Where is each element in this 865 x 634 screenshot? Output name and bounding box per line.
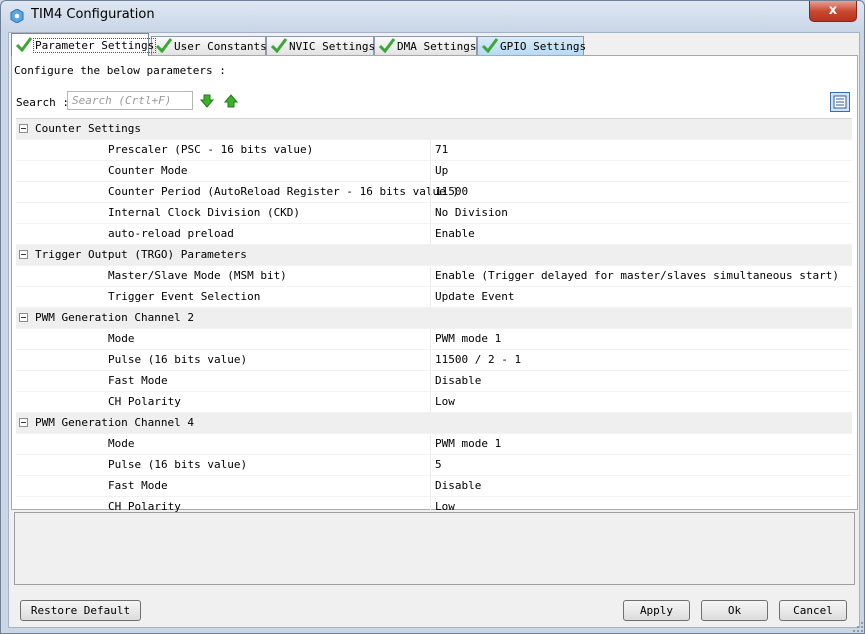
- tab-strip: Parameter Settings User Constants NVIC S…: [9, 33, 859, 57]
- param-value[interactable]: 71: [435, 143, 448, 156]
- param-name: Prescaler (PSC - 16 bits value): [108, 143, 314, 156]
- collapse-icon[interactable]: [19, 418, 28, 427]
- param-value[interactable]: PWM mode 1: [435, 332, 501, 345]
- group-title: Counter Settings: [35, 122, 141, 135]
- param-name: Trigger Event Selection: [108, 290, 261, 303]
- param-name: Mode: [108, 332, 135, 345]
- list-view-icon: [833, 95, 847, 109]
- param-value[interactable]: 11500 / 2 - 1: [435, 353, 521, 366]
- param-row[interactable]: Pulse (16 bits value) 11500 / 2 - 1: [16, 350, 852, 371]
- param-name: Internal Clock Division (CKD): [108, 206, 301, 219]
- group-row-trigger-output[interactable]: Trigger Output (TRGO) Parameters: [16, 245, 852, 266]
- tab-parameter-settings[interactable]: Parameter Settings: [11, 33, 157, 56]
- close-icon: x: [828, 3, 838, 18]
- group-row-pwm-channel-4[interactable]: PWM Generation Channel 4: [16, 413, 852, 434]
- group-title: PWM Generation Channel 2: [35, 311, 194, 324]
- dialog-window: TIM4 Configuration x Parameter Settings …: [0, 0, 865, 634]
- apply-button[interactable]: Apply: [623, 600, 690, 621]
- param-name: Fast Mode: [108, 479, 168, 492]
- search-label: Search :: [16, 96, 69, 109]
- tab-gpio-settings[interactable]: GPIO Settings: [477, 36, 587, 55]
- tab-label: GPIO Settings: [500, 40, 587, 53]
- collapse-icon[interactable]: [19, 250, 28, 259]
- restore-default-button[interactable]: Restore Default: [20, 600, 141, 621]
- tab-nvic-settings[interactable]: NVIC Settings: [266, 36, 376, 55]
- param-name: Counter Mode: [108, 164, 188, 177]
- close-button[interactable]: x: [809, 1, 857, 22]
- title-bar[interactable]: TIM4 Configuration x: [1, 1, 864, 31]
- param-row[interactable]: Trigger Event Selection Update Event: [16, 287, 852, 308]
- resize-grip-icon[interactable]: [852, 621, 864, 633]
- check-icon: [378, 38, 396, 53]
- tab-dma-settings[interactable]: DMA Settings: [374, 36, 477, 55]
- tab-user-constants[interactable]: User Constants: [151, 36, 267, 55]
- cancel-button[interactable]: Cancel: [779, 600, 847, 621]
- param-value[interactable]: Low: [435, 395, 455, 408]
- tab-label: User Constants: [174, 40, 267, 53]
- param-value[interactable]: No Division: [435, 206, 508, 219]
- param-name: Master/Slave Mode (MSM bit): [108, 269, 287, 282]
- param-row[interactable]: Master/Slave Mode (MSM bit) Enable (Trigg…: [16, 266, 852, 287]
- param-value[interactable]: Update Event: [435, 290, 514, 303]
- group-row-counter-settings[interactable]: Counter Settings: [16, 119, 852, 140]
- check-icon: [481, 38, 499, 53]
- search-input[interactable]: [67, 91, 193, 110]
- param-name: auto-reload preload: [108, 227, 234, 240]
- param-row[interactable]: Fast Mode Disable: [16, 476, 852, 497]
- param-name: Pulse (16 bits value): [108, 458, 248, 471]
- param-value[interactable]: Up: [435, 164, 448, 177]
- collapse-icon[interactable]: [19, 124, 28, 133]
- param-row[interactable]: CH Polarity Low: [16, 392, 852, 413]
- parameter-settings-panel: Configure the below parameters : Search …: [11, 55, 858, 518]
- param-value[interactable]: Disable: [435, 374, 481, 387]
- check-icon: [15, 37, 33, 52]
- list-view-button[interactable]: [830, 92, 850, 112]
- dialog-client: Parameter Settings User Constants NVIC S…: [8, 32, 860, 628]
- param-row[interactable]: Internal Clock Division (CKD) No Division: [16, 203, 852, 224]
- tab-label: NVIC Settings: [289, 40, 376, 53]
- arrow-up-icon[interactable]: [224, 94, 238, 108]
- param-value[interactable]: PWM mode 1: [435, 437, 501, 450]
- param-row[interactable]: Fast Mode Disable: [16, 371, 852, 392]
- description-panel: [14, 512, 855, 585]
- check-icon: [270, 38, 288, 53]
- group-title: Trigger Output (TRGO) Parameters: [35, 248, 247, 261]
- param-name: Mode: [108, 437, 135, 450]
- param-value[interactable]: Disable: [435, 479, 481, 492]
- check-icon: [155, 38, 173, 53]
- arrow-down-icon[interactable]: [200, 94, 214, 108]
- param-row[interactable]: Pulse (16 bits value) 5: [16, 455, 852, 476]
- param-row[interactable]: auto-reload preload Enable: [16, 224, 852, 245]
- param-name: Counter Period (AutoReload Register - 16…: [108, 185, 459, 198]
- group-title: PWM Generation Channel 4: [35, 416, 194, 429]
- param-value[interactable]: Enable: [435, 227, 475, 240]
- tab-label: Parameter Settings: [33, 38, 157, 53]
- param-value[interactable]: 5: [435, 458, 442, 471]
- instructions-text: Configure the below parameters :: [14, 64, 226, 77]
- ok-button[interactable]: Ok: [701, 600, 768, 621]
- param-value[interactable]: Enable (Trigger delayed for master/slave…: [435, 269, 839, 282]
- param-name: Fast Mode: [108, 374, 168, 387]
- parameter-grid: Counter Settings Prescaler (PSC - 16 bit…: [16, 118, 852, 518]
- group-row-pwm-channel-2[interactable]: PWM Generation Channel 2: [16, 308, 852, 329]
- window-title: TIM4 Configuration: [31, 7, 155, 22]
- param-name: CH Polarity: [108, 395, 181, 408]
- param-name: Pulse (16 bits value): [108, 353, 248, 366]
- param-row[interactable]: Counter Period (AutoReload Register - 16…: [16, 182, 852, 203]
- param-row[interactable]: Prescaler (PSC - 16 bits value) 71: [16, 140, 852, 161]
- app-icon: [10, 9, 24, 23]
- param-row[interactable]: Mode PWM mode 1: [16, 434, 852, 455]
- param-value[interactable]: 11500: [435, 185, 468, 198]
- param-row[interactable]: Counter Mode Up: [16, 161, 852, 182]
- collapse-icon[interactable]: [19, 313, 28, 322]
- tab-label: DMA Settings: [397, 40, 477, 53]
- param-row[interactable]: Mode PWM mode 1: [16, 329, 852, 350]
